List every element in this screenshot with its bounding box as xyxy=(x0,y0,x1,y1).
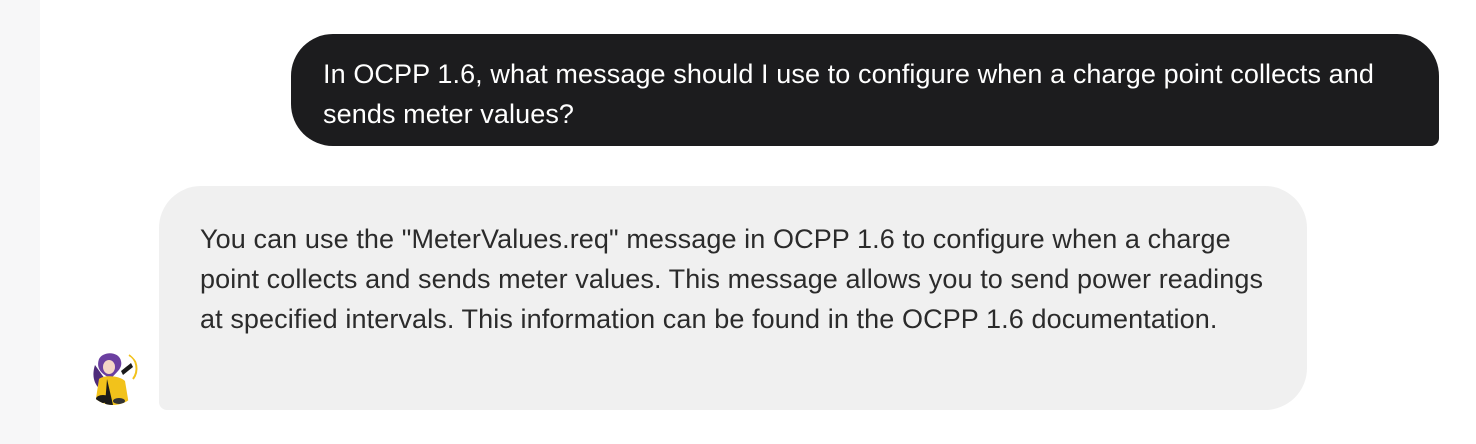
assistant-avatar xyxy=(85,349,141,405)
character-avatar-icon xyxy=(85,349,141,405)
user-message-text: In OCPP 1.6, what message should I use t… xyxy=(323,59,1375,129)
user-message-bubble: In OCPP 1.6, what message should I use t… xyxy=(291,34,1439,146)
chat-thread: In OCPP 1.6, what message should I use t… xyxy=(40,0,1476,444)
chat-page: In OCPP 1.6, what message should I use t… xyxy=(0,0,1476,444)
assistant-message-text: You can use the "MeterValues.req" messag… xyxy=(200,224,1264,334)
assistant-message-bubble: You can use the "MeterValues.req" messag… xyxy=(159,186,1307,410)
left-gutter xyxy=(0,0,40,444)
